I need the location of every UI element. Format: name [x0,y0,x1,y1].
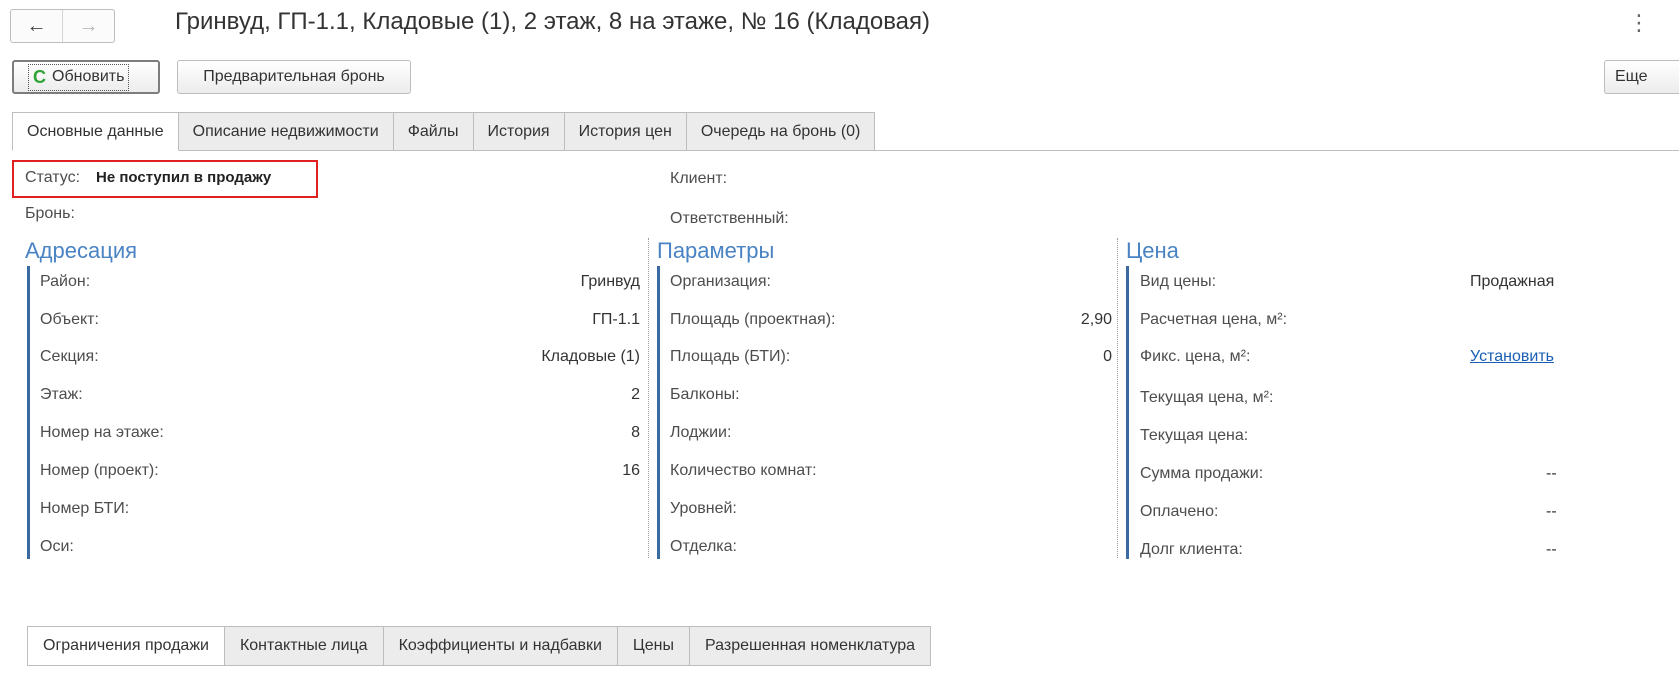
sale-amount-label: Сумма продажи: [1140,465,1264,482]
client-debt-label: Долг клиента: [1140,541,1243,558]
tab-property-description[interactable]: Описание недвижимости [178,112,394,151]
status-label: Статус: [25,169,81,186]
tab-price-history[interactable]: История цен [564,112,687,151]
current-price-label: Текущая цена: [1140,427,1249,444]
project-number-value: 16 [622,462,640,479]
area-bti-value: 0 [1103,348,1112,365]
object-value: ГП-1.1 [592,311,640,328]
address-group-bar [27,266,30,559]
status-value: Не поступил в продажу [96,169,272,186]
arrow-left-icon: ← [26,14,47,37]
preliminary-booking-button[interactable]: Предварительная бронь [177,60,411,94]
organization-label: Организация: [670,273,771,290]
main-tabs: Основные данные Описание недвижимости Фа… [12,112,876,151]
calc-price-label: Расчетная цена, м²: [1140,311,1288,328]
bottom-tabs: Ограничения продажи Контактные лица Коэф… [27,626,932,666]
refresh-button[interactable]: C Обновить [12,60,160,94]
floor-number-value: 8 [631,424,640,441]
price-section-title: Цена [1126,238,1179,263]
column-divider [1117,238,1118,558]
paid-label: Оплачено: [1140,503,1219,520]
balconies-label: Балконы: [670,386,740,403]
tab-main-data[interactable]: Основные данные [12,112,179,151]
floor-number-label: Номер на этаже: [40,424,164,441]
tab-contact-persons[interactable]: Контактные лица [224,626,384,666]
tab-sale-restrictions[interactable]: Ограничения продажи [27,626,225,666]
project-number-label: Номер (проект): [40,462,159,479]
forward-button[interactable]: → [62,10,114,42]
back-button[interactable]: ← [11,10,62,42]
tab-booking-queue[interactable]: Очередь на бронь (0) [686,112,876,151]
price-group-bar [1126,266,1129,559]
arrow-right-icon: → [78,14,99,37]
levels-label: Уровней: [670,500,737,517]
column-divider [648,238,649,558]
area-project-value: 2,90 [1080,311,1112,328]
district-label: Район: [40,273,91,290]
fixed-price-label: Фикс. цена, м²: [1140,348,1251,365]
section-value: Кладовые (1) [541,348,640,365]
rooms-count-label: Количество комнат: [670,462,817,479]
section-label: Секция: [40,348,99,365]
floor-value: 2 [631,386,640,403]
tab-history[interactable]: История [473,112,565,151]
tab-allowed-nomenclature[interactable]: Разрешенная номенклатура [690,626,932,666]
set-fixed-price-link[interactable]: Установить [1470,348,1554,366]
client-debt-value: -- [1546,541,1557,558]
area-bti-label: Площадь (БТИ): [670,348,791,365]
more-menu-icon[interactable]: ⋮ [1628,10,1650,36]
price-type-value: Продажная [1470,273,1555,290]
more-button[interactable]: Еще [1604,60,1679,94]
client-label: Клиент: [670,170,728,187]
area-project-label: Площадь (проектная): [670,311,836,328]
refresh-icon: C [33,66,46,87]
tab-prices[interactable]: Цены [617,626,690,666]
loggias-label: Лоджии: [670,424,732,441]
finishing-label: Отделка: [670,538,737,555]
params-section-title: Параметры [657,238,775,263]
price-type-label: Вид цены: [1140,273,1217,290]
refresh-label: Обновить [52,68,125,85]
booking-label: Бронь: [25,205,75,222]
tab-files[interactable]: Файлы [393,112,474,151]
tab-coefficients[interactable]: Коэффициенты и надбавки [383,626,618,666]
responsible-label: Ответственный: [670,210,789,227]
params-group-bar [657,266,660,559]
current-price-m2-label: Текущая цена, м²: [1140,389,1274,406]
nav-buttons: ← → [10,9,115,43]
object-label: Объект: [40,311,99,328]
axes-label: Оси: [40,538,74,555]
bti-number-label: Номер БТИ: [40,500,130,517]
page-title: Гринвуд, ГП-1.1, Кладовые (1), 2 этаж, 8… [175,8,931,35]
sale-amount-value: -- [1546,465,1557,482]
paid-value: -- [1546,503,1557,520]
district-value: Гринвуд [580,273,640,290]
floor-label: Этаж: [40,386,83,403]
address-section-title: Адресация [25,238,138,263]
